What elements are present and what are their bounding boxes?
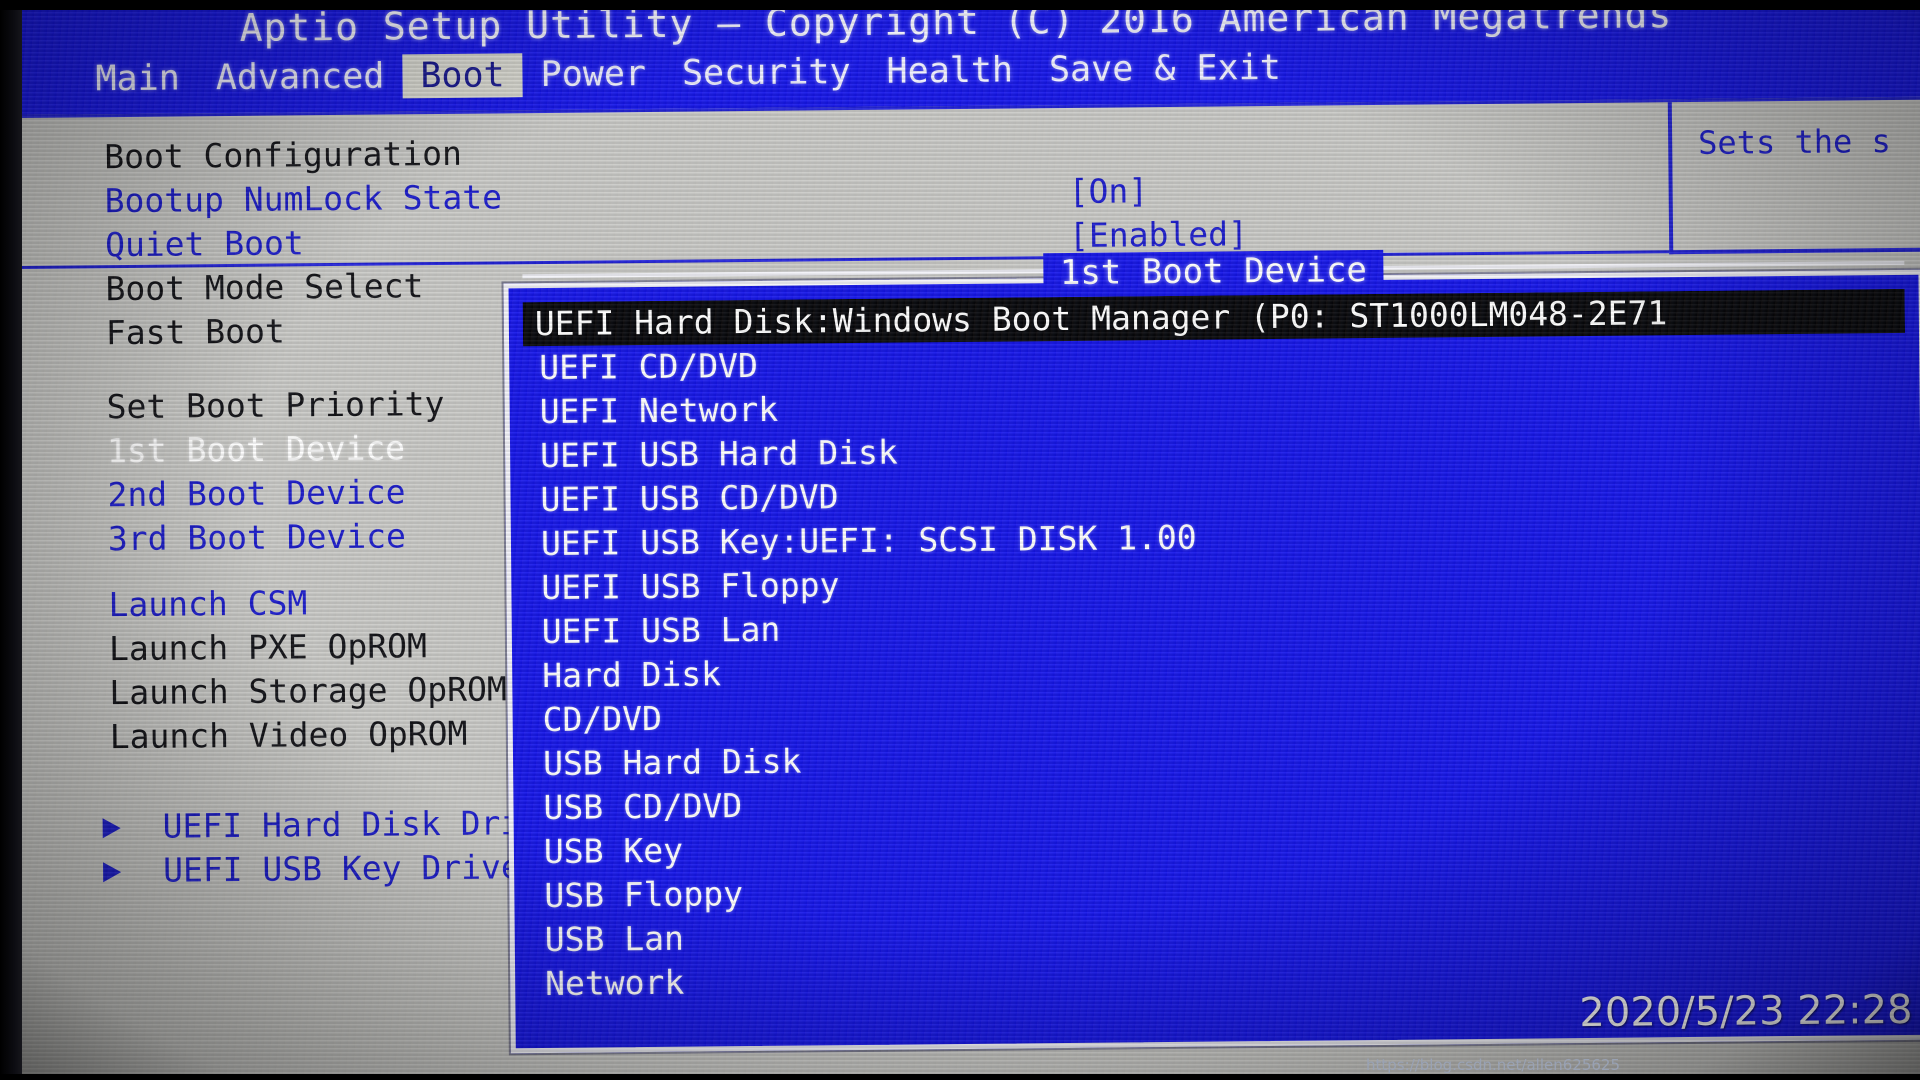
bezel-top — [0, 0, 1920, 10]
setting-label: Set Boot Priority — [106, 383, 445, 427]
tab-security[interactable]: Security — [664, 50, 869, 96]
setting-label: Launch CSM — [108, 583, 308, 625]
tab-main[interactable]: Main — [77, 56, 198, 101]
boot-device-dialog[interactable]: 1st Boot Device UEFI Hard Disk:Windows B… — [503, 249, 1920, 1054]
monitor-bezel: Aptio Setup Utility – Copyright (C) 2016… — [0, 0, 1920, 1080]
setting-label: Quiet Boot — [104, 223, 304, 265]
setting-label: Launch PXE OpROM — [108, 626, 428, 669]
boot-device-option-list[interactable]: UEFI Hard Disk:Windows Boot Manager (P0:… — [522, 288, 1912, 1038]
tab-boot[interactable]: Boot — [402, 53, 523, 99]
tab-save-exit[interactable]: Save & Exit — [1031, 46, 1299, 93]
setting-value[interactable]: [On] — [1068, 169, 1148, 214]
setting-label: Launch Video OpROM — [109, 713, 468, 757]
submenu-arrow-icon — [103, 862, 122, 883]
tab-advanced[interactable]: Advanced — [198, 54, 403, 100]
setting-label: 1st Boot Device — [106, 428, 406, 471]
setting-label: Fast Boot — [105, 311, 285, 353]
menu-bar[interactable]: Main Advanced Boot Power Security Health Save … — [77, 46, 1299, 102]
setting-label: 2nd Boot Device — [107, 472, 406, 515]
setting-label: 3rd Boot Device — [107, 516, 407, 559]
tab-health[interactable]: Health — [868, 48, 1031, 94]
camera-timestamp: 2020/5/23 22:28 — [1579, 986, 1913, 1037]
tab-power[interactable]: Power — [522, 52, 664, 97]
setting-label: Launch Storage OpROM — [109, 669, 507, 713]
bios-header: Aptio Setup Utility – Copyright (C) 2016… — [0, 0, 1920, 110]
dialog-title-text: 1st Boot Device — [1043, 249, 1384, 294]
screen-panel: Aptio Setup Utility – Copyright (C) 2016… — [0, 0, 1920, 1080]
submenu-arrow-icon — [102, 818, 121, 839]
bezel-left — [0, 0, 22, 1080]
setting-label: Boot Configuration — [104, 133, 463, 177]
setting-label: Bootup NumLock State — [104, 177, 503, 221]
setting-label: Boot Mode Select — [105, 266, 424, 309]
bezel-bottom — [0, 1074, 1920, 1080]
bios-photo: Aptio Setup Utility – Copyright (C) 2016… — [0, 0, 1920, 1080]
blog-watermark: https://blog.csdn.net/allen625625 — [1366, 1056, 1620, 1074]
